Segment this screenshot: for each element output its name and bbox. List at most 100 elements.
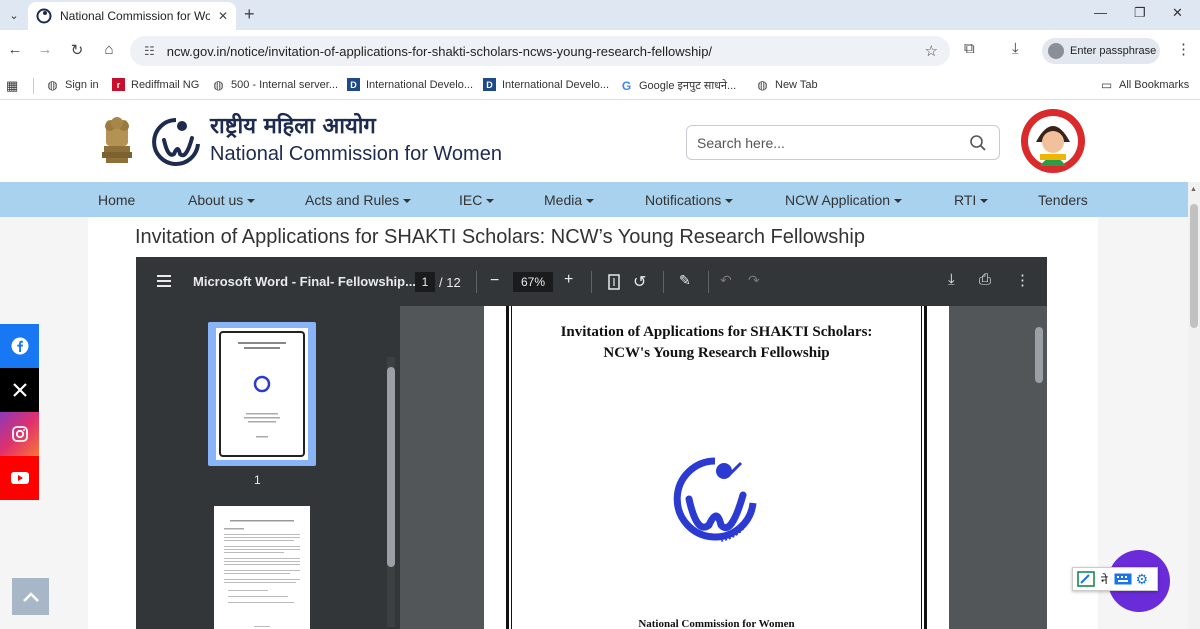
- youtube-share-button[interactable]: [0, 456, 39, 500]
- pdf-toolbar: Microsoft Word - Final- Fellowship... 1 …: [136, 257, 1047, 306]
- scroll-up-icon[interactable]: ▲: [1190, 186, 1197, 193]
- annotate-icon[interactable]: ✎: [679, 272, 691, 289]
- main-navbar: Home About us Acts and Rules IEC Media N…: [0, 182, 1188, 217]
- thumbnail-page-2[interactable]: [214, 506, 310, 629]
- ncw-logo: [152, 118, 200, 166]
- google-icon: G: [621, 78, 632, 93]
- new-tab-button[interactable]: +: [244, 4, 255, 25]
- minimize-icon[interactable]: —: [1094, 5, 1107, 20]
- download-icon[interactable]: ⤓: [948, 271, 955, 288]
- input-tools-icon: [1077, 571, 1095, 587]
- page-number-input[interactable]: 1: [415, 272, 435, 292]
- national-emblem-icon: [102, 117, 132, 163]
- nav-rti[interactable]: RTI: [954, 192, 989, 208]
- x-icon: [12, 383, 27, 397]
- input-tools-widget[interactable]: ने ⚙: [1072, 567, 1158, 591]
- sidebar-scrollbar[interactable]: [387, 357, 395, 627]
- chevron-down-icon: [403, 199, 412, 204]
- home-icon[interactable]: ⌂: [98, 41, 120, 58]
- folder-icon: ▭: [1100, 77, 1113, 92]
- nav-home[interactable]: Home: [98, 192, 135, 208]
- bookmark-item[interactable]: r Rediffmail NG: [112, 78, 199, 91]
- rotate-icon[interactable]: ↺: [633, 272, 646, 292]
- menu-icon[interactable]: [157, 275, 171, 287]
- reload-icon[interactable]: ↻: [66, 41, 88, 59]
- back-to-top-button[interactable]: [12, 578, 49, 615]
- tab-close-icon[interactable]: ✕: [218, 9, 228, 23]
- thumbnail-page-number: 1: [254, 473, 261, 487]
- pdf-scrollbar[interactable]: [1035, 327, 1043, 627]
- settings-gear-icon: ⚙: [1135, 570, 1149, 587]
- globe-icon: ◍: [47, 77, 58, 92]
- all-bookmarks[interactable]: ▭ All Bookmarks: [1100, 77, 1189, 92]
- youtube-icon: [10, 472, 29, 484]
- nav-iec[interactable]: IEC: [459, 192, 495, 208]
- url-text[interactable]: ncw.gov.in/notice/invitation-of-applicat…: [167, 44, 712, 59]
- more-options-icon[interactable]: ⋮: [1015, 271, 1030, 289]
- forward-icon[interactable]: →: [34, 41, 56, 58]
- ncw-favicon-icon: [36, 8, 52, 24]
- chevron-down-icon: [725, 199, 734, 204]
- window-close-icon[interactable]: ✕: [1172, 5, 1183, 21]
- restore-icon[interactable]: ❐: [1134, 5, 1146, 21]
- nav-ncw-application[interactable]: NCW Application: [785, 192, 903, 208]
- bookmarks-bar: ▦ ◍ Sign in r Rediffmail NG ◍ 500 - Interna…: [0, 72, 1200, 100]
- bookmark-item[interactable]: D International Develo...: [347, 78, 473, 91]
- search-icon[interactable]: [969, 134, 987, 152]
- nav-tenders[interactable]: Tenders: [1038, 192, 1088, 208]
- zoom-out-icon[interactable]: −: [490, 272, 499, 290]
- download-icon[interactable]: ⤓: [1012, 40, 1019, 57]
- instagram-share-button[interactable]: [0, 412, 39, 456]
- language-glyph-icon: ने: [1101, 572, 1108, 587]
- bookmark-item[interactable]: D International Develo...: [483, 78, 609, 91]
- profile-label: Enter passphrase: [1070, 45, 1157, 57]
- profile-button[interactable]: Enter passphrase: [1042, 38, 1160, 64]
- site-info-icon[interactable]: ☷: [144, 44, 155, 58]
- page-scroll-thumb[interactable]: [1190, 204, 1198, 328]
- undo-icon[interactable]: ↶: [720, 272, 732, 289]
- browser-tab[interactable]: National Commission for Women ✕: [28, 2, 236, 30]
- page-scrollbar[interactable]: ▲: [1188, 182, 1200, 629]
- globe-icon: ◍: [213, 77, 224, 92]
- site-title-hindi: राष्ट्रीय महिला आयोग: [210, 114, 376, 139]
- toolbar-divider: [591, 271, 592, 293]
- apps-grid-icon[interactable]: ▦: [6, 78, 18, 94]
- sidebar-scroll-thumb[interactable]: [387, 367, 395, 567]
- facebook-share-button[interactable]: [0, 324, 39, 368]
- pdf-thumbnail-sidebar: 1: [136, 306, 400, 629]
- print-icon[interactable]: ⎙: [979, 271, 991, 288]
- nav-acts-and-rules[interactable]: Acts and Rules: [305, 192, 412, 208]
- nav-media[interactable]: Media: [544, 192, 595, 208]
- ncw-mascot-logo: [1021, 109, 1085, 173]
- bookmark-item[interactable]: ◍ New Tab: [756, 78, 817, 92]
- zoom-input[interactable]: 67%: [513, 272, 553, 292]
- back-icon[interactable]: ←: [4, 41, 26, 58]
- nav-notifications[interactable]: Notifications: [645, 192, 734, 208]
- bookmark-item[interactable]: ◍ Sign in: [46, 77, 98, 92]
- chevron-down-icon: [894, 199, 903, 204]
- x-share-button[interactable]: [0, 368, 39, 412]
- site-header: राष्ट्रीय महिला आयोग National Commission…: [0, 100, 1200, 182]
- nav-about-us[interactable]: About us: [188, 192, 256, 208]
- pdf-viewer: Microsoft Word - Final- Fellowship... 1 …: [136, 257, 1047, 629]
- bookmark-item[interactable]: G Google इनपुट साधने...: [620, 78, 736, 93]
- site-search-box: [686, 125, 1000, 160]
- document-footer: National Commission for Women: [638, 618, 795, 629]
- document-title-line-2: NCW's Young Research Fellowship: [603, 345, 830, 361]
- bookmark-star-icon[interactable]: ☆: [925, 42, 938, 60]
- doc-icon: D: [483, 78, 496, 91]
- bookmark-item[interactable]: ◍ 500 - Internal server...: [212, 77, 338, 92]
- site-search-input[interactable]: [697, 134, 967, 151]
- pdf-scroll-thumb[interactable]: [1035, 327, 1043, 383]
- redo-icon[interactable]: ↷: [748, 272, 760, 289]
- browser-menu-icon[interactable]: ⋮: [1176, 40, 1191, 58]
- zoom-in-icon[interactable]: +: [564, 271, 573, 289]
- document-title-line-1: Invitation of Applications for SHAKTI Sc…: [560, 324, 873, 340]
- page-title: Invitation of Applications for SHAKTI Sc…: [135, 226, 865, 248]
- tab-title: National Commission for Women: [60, 9, 210, 23]
- address-bar[interactable]: ☷ ncw.gov.in/notice/invitation-of-applic…: [130, 36, 950, 66]
- extensions-icon[interactable]: ⧉: [964, 40, 975, 57]
- fit-page-icon[interactable]: [608, 274, 620, 290]
- thumbnail-page-1-selected[interactable]: [208, 322, 316, 466]
- tab-search-chevron-icon[interactable]: ⌄: [4, 5, 24, 25]
